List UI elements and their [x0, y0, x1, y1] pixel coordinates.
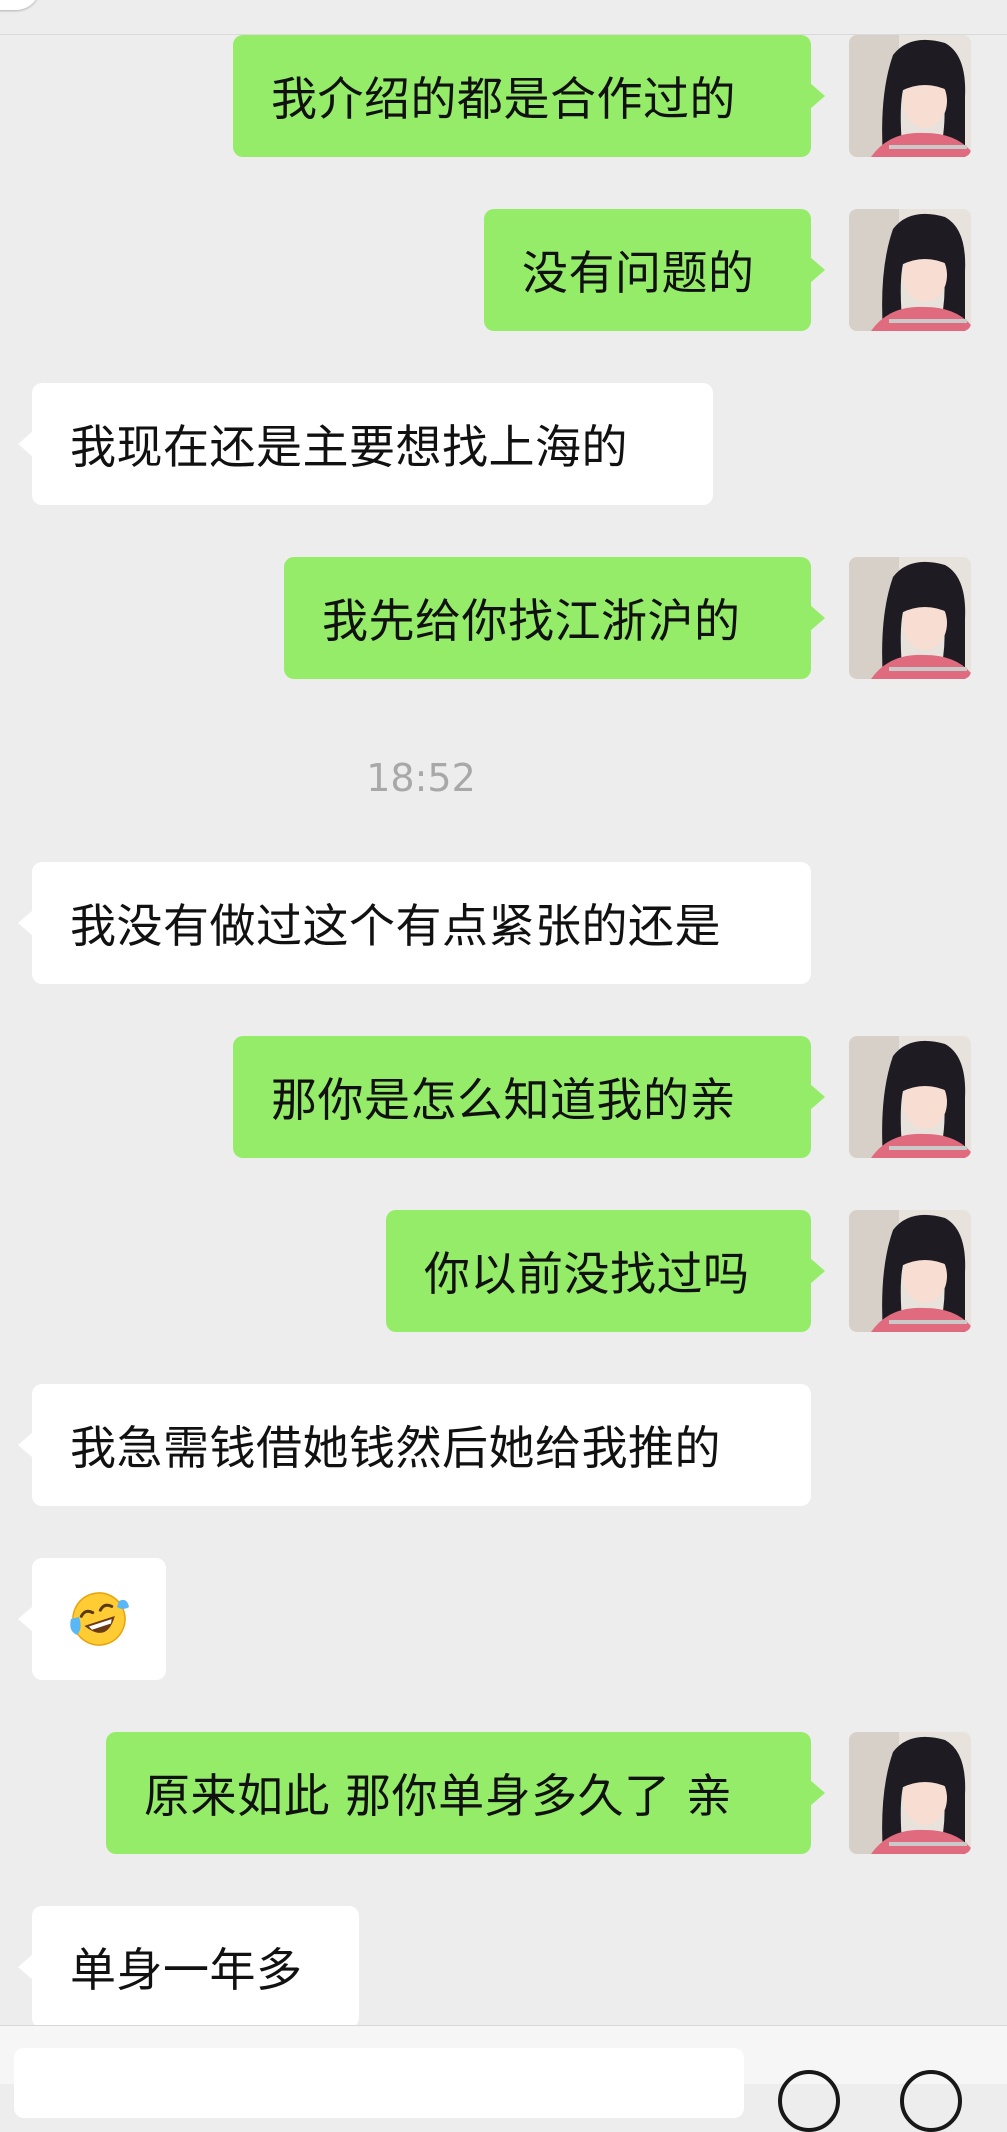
- user-avatar[interactable]: [849, 557, 971, 679]
- incoming-message-bubble[interactable]: 我现在还是主要想找上海的: [18, 383, 713, 505]
- top-bar: [0, 0, 1007, 35]
- incoming-message-bubble[interactable]: [18, 1558, 166, 1680]
- outgoing-message-bubble[interactable]: 我先给你找江浙沪的: [284, 557, 825, 679]
- outgoing-message-bubble[interactable]: 那你是怎么知道我的亲: [233, 1036, 825, 1158]
- incoming-message-bubble[interactable]: 我没有做过这个有点紧张的还是: [18, 862, 811, 984]
- outgoing-message-bubble[interactable]: 我介绍的都是合作过的: [233, 35, 825, 157]
- outgoing-message-bubble[interactable]: 没有问题的: [484, 209, 825, 331]
- outgoing-message-bubble[interactable]: 原来如此 那你单身多久了 亲: [106, 1732, 825, 1854]
- message-input[interactable]: [14, 2048, 744, 2118]
- user-avatar[interactable]: [849, 1210, 971, 1332]
- user-avatar[interactable]: [849, 209, 971, 331]
- incoming-message-bubble[interactable]: 单身一年多: [18, 1906, 359, 2028]
- user-avatar[interactable]: [849, 1036, 971, 1158]
- message-timestamp: 18:52: [366, 756, 476, 800]
- emoji-button[interactable]: [778, 2070, 840, 2132]
- face-with-tears-of-joy-icon: [70, 1592, 129, 1646]
- user-avatar[interactable]: [849, 1732, 971, 1854]
- chat-input-bar: [0, 2025, 1007, 2132]
- incoming-message-bubble[interactable]: 我急需钱借她钱然后她给我推的: [18, 1384, 811, 1506]
- outgoing-message-bubble[interactable]: 你以前没找过吗: [386, 1210, 825, 1332]
- user-avatar[interactable]: [849, 35, 971, 157]
- more-options-button[interactable]: [900, 2070, 962, 2132]
